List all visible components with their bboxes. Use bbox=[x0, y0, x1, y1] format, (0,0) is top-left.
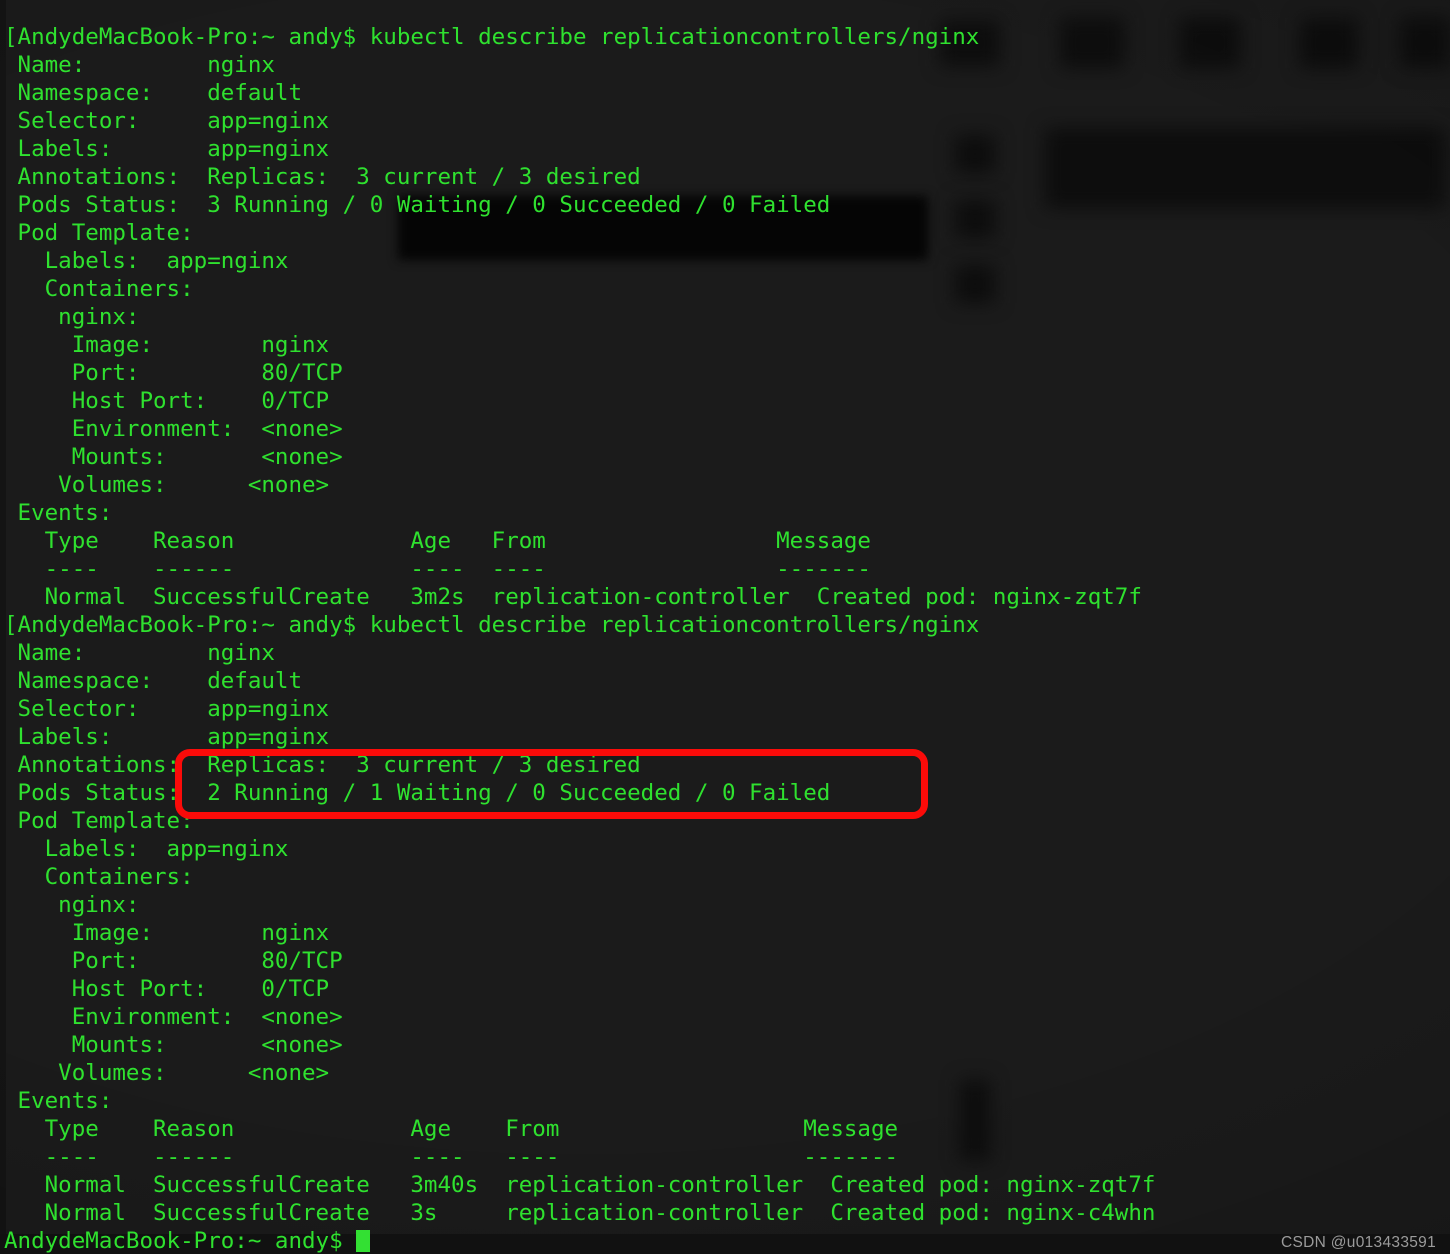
prompt-line-1: [AndydeMacBook-Pro:~ andy$ kubectl descr… bbox=[4, 23, 980, 50]
events-header-row-2: Type Reason Age From Message bbox=[4, 1115, 899, 1142]
container-image-2: Image: nginx bbox=[4, 919, 330, 946]
terminal-text-buffer[interactable]: [AndydeMacBook-Pro:~ andy$ kubectl descr… bbox=[0, 23, 1450, 1254]
events-row-2-1: Normal SuccessfulCreate 3m40s replicatio… bbox=[4, 1171, 1156, 1198]
field-labels-2: Labels: app=nginx bbox=[4, 723, 330, 750]
container-image-1: Image: nginx bbox=[4, 331, 330, 358]
field-labels-1: Labels: app=nginx bbox=[4, 135, 330, 162]
events-row-2-2: Normal SuccessfulCreate 3s replication-c… bbox=[4, 1199, 1156, 1226]
field-annotations-2: Annotations: Replicas: 3 current / 3 des… bbox=[4, 751, 641, 778]
container-environment-1: Environment: <none> bbox=[4, 415, 343, 442]
container-mounts-2: Mounts: <none> bbox=[4, 1031, 343, 1058]
field-pod-template-2: Pod Template: bbox=[4, 807, 194, 834]
csdn-watermark: CSDN @u013433591 bbox=[1281, 1234, 1436, 1251]
container-name-2: nginx: bbox=[4, 891, 140, 918]
prompt-line-3: AndydeMacBook-Pro:~ andy$ bbox=[0, 1227, 1450, 1254]
template-containers-1: Containers: bbox=[4, 275, 194, 302]
prompt-text: AndydeMacBook-Pro:~ andy$ bbox=[4, 1227, 357, 1254]
events-heading-2: Events: bbox=[4, 1087, 113, 1114]
field-pod-template-1: Pod Template: bbox=[4, 219, 194, 246]
terminal-window[interactable]: [AndydeMacBook-Pro:~ andy$ kubectl descr… bbox=[0, 0, 1450, 1254]
container-environment-2: Environment: <none> bbox=[4, 1003, 343, 1030]
field-namespace-1: Namespace: default bbox=[4, 79, 303, 106]
events-row-1-1: Normal SuccessfulCreate 3m2s replication… bbox=[4, 583, 1142, 610]
events-header-row-1: Type Reason Age From Message bbox=[4, 527, 871, 554]
container-name-1: nginx: bbox=[4, 303, 140, 330]
template-labels-1: Labels: app=nginx bbox=[4, 247, 289, 274]
prompt-line-2: [AndydeMacBook-Pro:~ andy$ kubectl descr… bbox=[4, 611, 980, 638]
text-cursor[interactable] bbox=[356, 1229, 370, 1252]
events-divider-row-1: ---- ------ ---- ---- ------- bbox=[4, 555, 871, 582]
field-selector-2: Selector: app=nginx bbox=[4, 695, 330, 722]
container-host-port-1: Host Port: 0/TCP bbox=[4, 387, 330, 414]
container-mounts-1: Mounts: <none> bbox=[4, 443, 343, 470]
template-containers-2: Containers: bbox=[4, 863, 194, 890]
container-port-2: Port: 80/TCP bbox=[4, 947, 343, 974]
events-divider-row-2: ---- ------ ---- ---- ------- bbox=[4, 1143, 899, 1170]
field-name-2: Name: nginx bbox=[4, 639, 275, 666]
events-heading-1: Events: bbox=[4, 499, 113, 526]
template-labels-2: Labels: app=nginx bbox=[4, 835, 289, 862]
container-port-1: Port: 80/TCP bbox=[4, 359, 343, 386]
container-volumes-2: Volumes: <none> bbox=[4, 1059, 330, 1086]
field-pods-status-2: Pods Status: 2 Running / 1 Waiting / 0 S… bbox=[4, 779, 831, 806]
container-volumes-1: Volumes: <none> bbox=[4, 471, 330, 498]
field-annotations-1: Annotations: Replicas: 3 current / 3 des… bbox=[4, 163, 641, 190]
field-namespace-2: Namespace: default bbox=[4, 667, 303, 694]
field-name-1: Name: nginx bbox=[4, 51, 275, 78]
field-pods-status-1: Pods Status: 3 Running / 0 Waiting / 0 S… bbox=[4, 191, 831, 218]
container-host-port-2: Host Port: 0/TCP bbox=[4, 975, 330, 1002]
field-selector-1: Selector: app=nginx bbox=[4, 107, 330, 134]
